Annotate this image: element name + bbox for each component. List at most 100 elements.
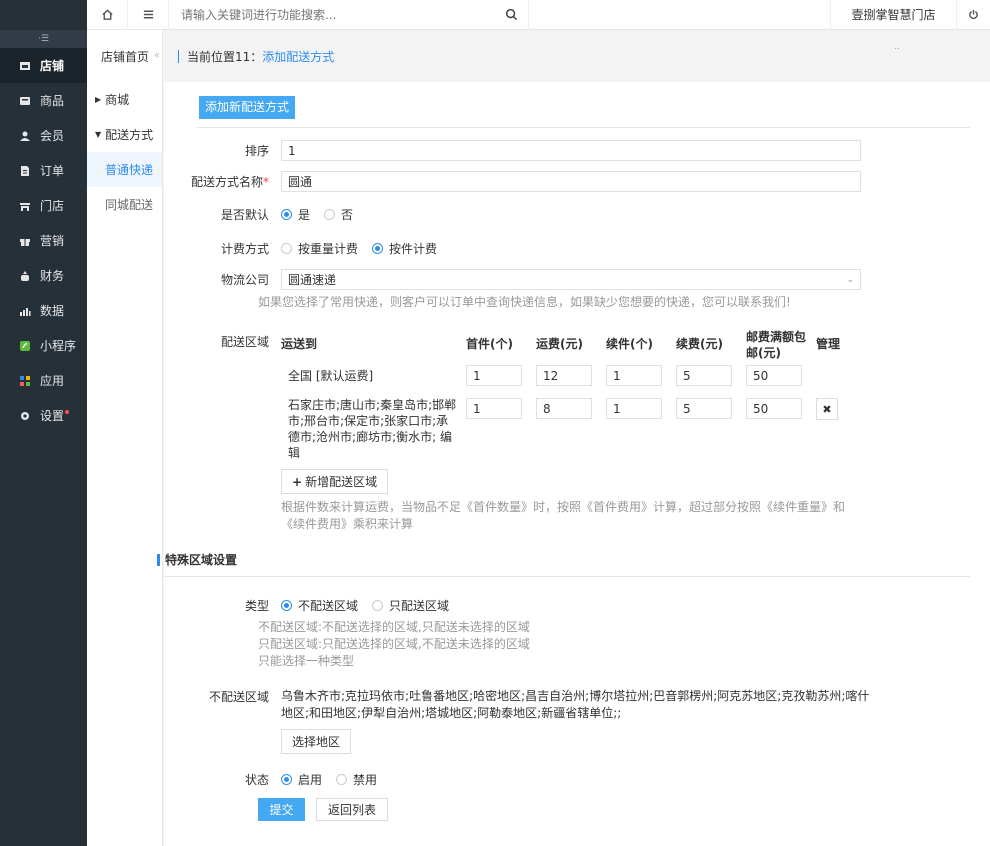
row-no-delivery: 不配送区域 乌鲁木齐市;克拉玛依市;吐鲁番地区;哈密地区;昌吉自治州;博尔塔拉州… xyxy=(164,688,869,754)
collapse-icon[interactable]: ·☰ xyxy=(0,30,87,48)
next-fee-input[interactable]: 5 xyxy=(676,365,732,386)
delete-row-button[interactable]: ✖ xyxy=(816,398,838,420)
menu-button[interactable] xyxy=(128,0,169,30)
sidebar-item-label: 财务 xyxy=(40,269,65,283)
fee-input[interactable]: 12 xyxy=(536,365,592,386)
no-delivery-label: 不配送区域 xyxy=(208,690,269,704)
sidebar-item-miniapp[interactable]: 小程序 xyxy=(0,328,87,363)
caret-right-icon: ▶ xyxy=(95,95,102,104)
status-off-radio[interactable]: 禁用 xyxy=(336,771,377,788)
billing-weight-radio[interactable]: 按重量计费 xyxy=(281,240,358,257)
sidebar-item-chart[interactable]: 数据 xyxy=(0,293,87,328)
shop-icon xyxy=(18,199,32,213)
chart-icon xyxy=(18,304,32,318)
sidebar-item-order[interactable]: 订单 xyxy=(0,153,87,188)
sidebar-item-gear[interactable]: 设置 xyxy=(0,398,87,433)
area-table: 运送到 首件(个) 运费(元) 续件(个) 续费(元) 邮费满额包邮(元) 管理… xyxy=(281,325,856,461)
sort-label: 排序 xyxy=(244,144,269,158)
gift-icon xyxy=(18,234,32,248)
type-label: 类型 xyxy=(244,599,269,613)
billing-piece-radio[interactable]: 按件计费 xyxy=(372,240,437,257)
sub-sidebar: 店铺首页 « ▶ 商城 ▼ 配送方式 普通快递 同城配送 xyxy=(87,30,163,846)
name-input[interactable]: 圆通 xyxy=(281,171,861,192)
next-fee-input[interactable]: 5 xyxy=(676,398,732,419)
subnav-item-local[interactable]: 同城配送 xyxy=(87,187,162,222)
status-label: 状态 xyxy=(244,773,269,787)
subnav-head-label: 店铺首页 xyxy=(101,49,150,64)
store-name[interactable]: 壹捌掌智慧门店 xyxy=(830,0,957,30)
area-hint-1: 根据件数来计算运费，当物品不足《首件数量》时，按照《首件费用》计算，超过部分按照… xyxy=(281,500,846,514)
sidebar-item-label: 会员 xyxy=(40,129,65,143)
row-region: 全国 [默认运费] xyxy=(288,369,374,383)
subnav-item-express[interactable]: 普通快递 xyxy=(87,152,162,187)
subnav-item-label: 商城 xyxy=(105,93,130,107)
row-billing: 计费方式 按重量计费 按件计费 xyxy=(164,240,451,257)
next-input[interactable]: 1 xyxy=(606,365,662,386)
close-icon: ✖ xyxy=(822,402,832,416)
area-label: 配送区域 xyxy=(220,335,269,349)
sidebar-item-store[interactable]: 店铺 xyxy=(0,48,87,83)
table-row: 全国 [默认运费] 1 12 1 5 50 xyxy=(281,361,856,394)
logo-area xyxy=(0,0,87,30)
sort-input[interactable]: 1 xyxy=(281,140,861,161)
sidebar-item-gift[interactable]: 营销 xyxy=(0,223,87,258)
sidebar-item-label: 小程序 xyxy=(40,339,77,353)
th-next: 续件(个) xyxy=(606,336,653,351)
next-input[interactable]: 1 xyxy=(606,398,662,419)
fee-input[interactable]: 8 xyxy=(536,398,592,419)
row-logistics: 物流公司 圆通速递 ⌄ xyxy=(164,269,861,290)
top-bar: 壹捌掌智慧门店 xyxy=(87,0,990,30)
special-section-title: 特殊区域设置 xyxy=(157,551,237,568)
type-only-delivery-radio[interactable]: 只配送区域 xyxy=(372,597,449,614)
free-input[interactable]: 50 xyxy=(746,365,802,386)
sidebar-item-user[interactable]: 会员 xyxy=(0,118,87,153)
logistics-hint: 如果您选择了常用快递，则客户可以订单中查询快递信息，如果缺少您想要的快递，您可以… xyxy=(258,295,791,309)
row-default: 是否默认 是 否 xyxy=(164,206,367,223)
free-input[interactable]: 50 xyxy=(746,398,802,419)
add-area-button[interactable]: + 新增配送区域 xyxy=(281,469,389,494)
subnav-item-delivery[interactable]: ▼ 配送方式 xyxy=(87,117,162,152)
default-no-radio[interactable]: 否 xyxy=(324,206,353,223)
th-to: 运送到 xyxy=(281,336,318,351)
sidebar-item-goods[interactable]: 商品 xyxy=(0,83,87,118)
first-input[interactable]: 1 xyxy=(466,398,522,419)
sidebar-item-label: 数据 xyxy=(40,304,65,318)
th-manage: 管理 xyxy=(816,336,841,351)
type-no-delivery-radio[interactable]: 不配送区域 xyxy=(281,597,358,614)
th-fee: 运费(元) xyxy=(536,336,583,351)
row-region: 石家庄市;唐山市;秦皇岛市;邯郸市;邢台市;保定市;张家口市;承德市;沧州市;廊… xyxy=(288,398,457,460)
sidebar-item-label: 商品 xyxy=(40,94,65,108)
first-input[interactable]: 1 xyxy=(466,365,522,386)
finance-icon xyxy=(18,269,32,283)
select-region-button[interactable]: 选择地区 xyxy=(281,729,352,754)
subnav-collapse-icon[interactable]: « xyxy=(154,50,160,61)
logistics-label: 物流公司 xyxy=(220,273,269,287)
submit-button[interactable]: 提交 xyxy=(258,798,305,821)
home-icon xyxy=(101,9,113,20)
logout-button[interactable] xyxy=(957,9,990,20)
sidebar-item-apps[interactable]: 应用 xyxy=(0,363,87,398)
search-input[interactable] xyxy=(181,7,481,22)
default-label: 是否默认 xyxy=(220,208,269,222)
sidebar-item-finance[interactable]: 财务 xyxy=(0,258,87,293)
logistics-select[interactable]: 圆通速递 ⌄ xyxy=(281,269,861,290)
caret-down-icon: ▼ xyxy=(95,130,102,139)
status-on-radio[interactable]: 启用 xyxy=(281,771,322,788)
default-yes-radio[interactable]: 是 xyxy=(281,206,310,223)
subnav-item-mall[interactable]: ▶ 商城 xyxy=(87,82,162,117)
subnav-head[interactable]: 店铺首页 « xyxy=(87,30,162,82)
row-area: 配送区域 运送到 首件(个) 运费(元) 续件(个) 续费(元) 邮费满额包邮(… xyxy=(164,325,856,533)
th-next-fee: 续费(元) xyxy=(676,336,723,351)
back-button[interactable]: 返回列表 xyxy=(316,798,388,821)
sidebar-item-label: 订单 xyxy=(40,164,65,178)
user-icon xyxy=(18,129,32,143)
name-label: 配送方式名称* xyxy=(190,175,269,189)
subnav-item-label: 配送方式 xyxy=(105,128,154,142)
sidebar-item-label: 应用 xyxy=(40,374,65,388)
search-icon[interactable] xyxy=(505,8,518,24)
breadcrumb-current[interactable]: 添加配送方式 xyxy=(262,48,334,65)
home-button[interactable] xyxy=(87,0,128,30)
main-sidebar: ·☰ 店铺商品会员订单门店 营销财务数据小程序应用设置 xyxy=(0,0,87,846)
sidebar-item-shop[interactable]: 门店 xyxy=(0,188,87,223)
breadcrumb-prefix: 当前位置11： xyxy=(187,49,263,64)
